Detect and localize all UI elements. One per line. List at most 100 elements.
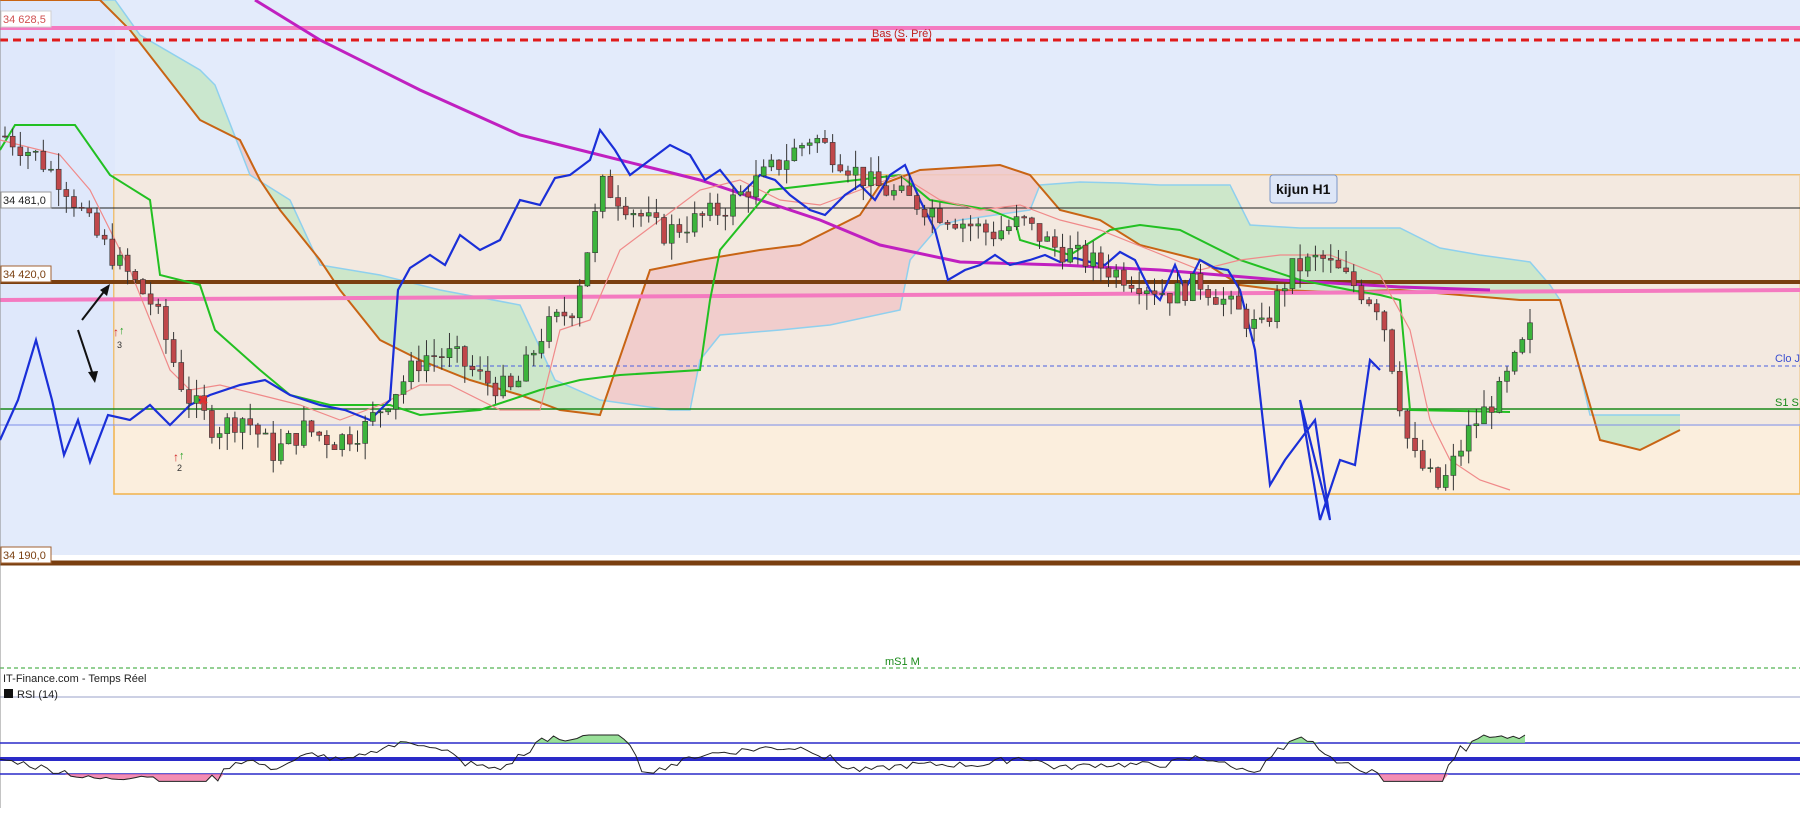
candle-up bbox=[1090, 252, 1096, 267]
candle-down bbox=[255, 424, 261, 435]
candle-down bbox=[124, 254, 131, 272]
candle-up bbox=[216, 433, 223, 438]
candle-up bbox=[239, 418, 246, 433]
candle-down bbox=[1213, 297, 1219, 305]
candle-up bbox=[454, 346, 460, 349]
candle-up bbox=[285, 433, 292, 445]
candle-down bbox=[232, 417, 238, 433]
candle-up bbox=[760, 166, 767, 177]
candle-down bbox=[178, 362, 185, 390]
candle-down bbox=[163, 306, 169, 340]
candle-down bbox=[17, 146, 24, 156]
signal-marker-glyph-green: ↑ bbox=[119, 325, 125, 337]
stock-chart[interactable]: ↑ ↑ 3 ↑ ↑ 2 ✖ 34 628,5 34 481,0 34 420,0… bbox=[0, 0, 1800, 808]
candle-up bbox=[1519, 339, 1526, 353]
candle-up bbox=[500, 375, 506, 397]
candle-up bbox=[592, 211, 598, 254]
candle-up bbox=[783, 160, 790, 170]
candle-down bbox=[1235, 295, 1242, 310]
candle-down bbox=[293, 433, 300, 446]
candle-down bbox=[132, 271, 139, 280]
kijun-h1-label[interactable]: kijun H1 bbox=[1269, 174, 1338, 204]
candle-up bbox=[117, 254, 123, 266]
pivot-low-label: Bas (S. Pré) bbox=[872, 28, 932, 40]
candle-down bbox=[1182, 282, 1188, 301]
candle-down bbox=[416, 360, 422, 372]
candle-down bbox=[860, 166, 867, 187]
candle-up bbox=[1274, 290, 1280, 322]
candle-down bbox=[883, 185, 890, 196]
candle-down bbox=[1243, 308, 1250, 329]
candle-up bbox=[1220, 298, 1227, 305]
candle-down bbox=[1389, 329, 1395, 372]
candle-up bbox=[1075, 244, 1081, 249]
candle-up bbox=[1190, 273, 1196, 301]
candle-up bbox=[814, 138, 821, 144]
candle-up bbox=[393, 394, 399, 410]
candle-up bbox=[1067, 248, 1074, 263]
candle-down bbox=[1036, 223, 1043, 242]
candle-down bbox=[561, 311, 568, 317]
candle-up bbox=[339, 434, 345, 450]
candle-down bbox=[9, 135, 16, 148]
candle-up bbox=[1251, 319, 1257, 329]
candle-up bbox=[630, 213, 637, 216]
candle-down bbox=[1435, 467, 1441, 488]
candle-up bbox=[1304, 256, 1311, 272]
candle-down bbox=[431, 355, 437, 357]
candle-down bbox=[983, 223, 989, 233]
candle-up bbox=[1258, 317, 1265, 320]
candle-down bbox=[569, 315, 575, 319]
candle-up bbox=[1159, 293, 1165, 295]
candle-down bbox=[71, 196, 77, 208]
candle-up bbox=[806, 142, 813, 146]
candle-up bbox=[262, 432, 269, 435]
candle-down bbox=[316, 431, 322, 436]
candle-down bbox=[699, 213, 706, 216]
candle-up bbox=[1473, 423, 1480, 427]
candle-up bbox=[684, 231, 690, 234]
candle-up bbox=[546, 316, 552, 342]
candle-down bbox=[140, 279, 146, 295]
candle-down bbox=[944, 222, 951, 225]
candle-up bbox=[1312, 254, 1319, 258]
candle-up bbox=[48, 168, 54, 171]
candle-down bbox=[1320, 254, 1326, 259]
candle-down bbox=[990, 231, 997, 240]
candle-down bbox=[967, 223, 974, 227]
candle-up bbox=[584, 252, 591, 287]
candle-up bbox=[362, 421, 368, 444]
candle-up bbox=[1496, 381, 1503, 413]
candle-up bbox=[400, 381, 407, 395]
price-label-34420: 34 420,0 bbox=[0, 265, 52, 283]
candle-down bbox=[1098, 252, 1104, 269]
candle-down bbox=[469, 365, 476, 371]
candle-up bbox=[446, 348, 453, 358]
candle-up bbox=[1450, 455, 1457, 476]
candle-up bbox=[1504, 370, 1510, 382]
candle-up bbox=[423, 355, 430, 372]
price-label-text: 34 481,0 bbox=[3, 195, 46, 207]
candle-down bbox=[676, 224, 683, 233]
candle-up bbox=[25, 151, 31, 156]
candle-down bbox=[1029, 217, 1035, 224]
candle-down bbox=[170, 339, 177, 363]
candle-down bbox=[1358, 285, 1365, 301]
candle-down bbox=[331, 444, 338, 450]
candle-down bbox=[347, 434, 353, 445]
candle-down bbox=[63, 189, 70, 197]
candle-down bbox=[952, 223, 959, 229]
candle-down bbox=[845, 170, 851, 176]
rsi-oversold-fill bbox=[0, 774, 1525, 782]
candle-down bbox=[875, 171, 882, 187]
candle-down bbox=[653, 212, 660, 218]
candle-down bbox=[270, 432, 277, 461]
candle-down bbox=[607, 175, 614, 198]
candle-up bbox=[1013, 216, 1020, 228]
candle-down bbox=[714, 202, 721, 216]
candle-down bbox=[484, 370, 491, 384]
candle-down bbox=[722, 214, 729, 217]
candle-down bbox=[55, 168, 62, 190]
candle-up bbox=[1527, 322, 1533, 340]
candle-up bbox=[523, 354, 529, 382]
